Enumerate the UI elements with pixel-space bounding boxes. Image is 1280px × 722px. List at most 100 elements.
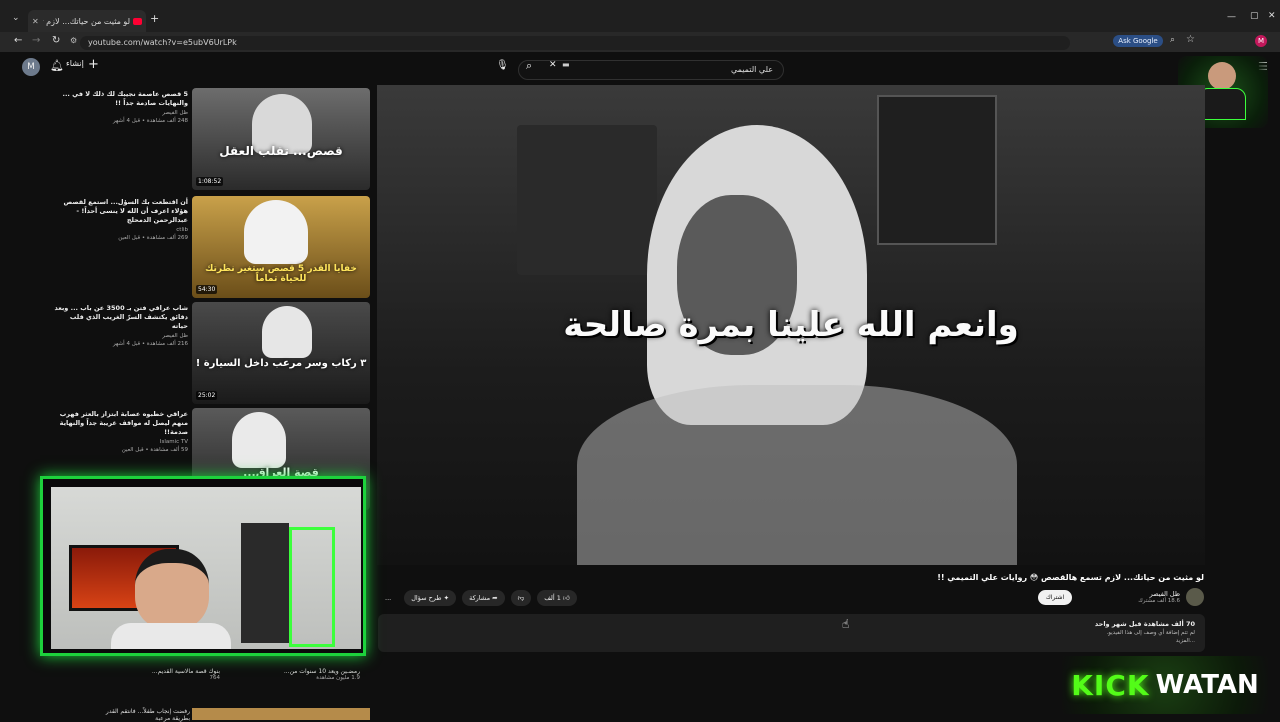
subscribe-button[interactable]: اشتراك: [1037, 589, 1073, 605]
video-thumbnail[interactable]: ٣ ركاب وسر مرعب داخل السيارة ! 25:02: [192, 302, 370, 404]
minimize-icon[interactable]: —: [1227, 12, 1236, 22]
subscriber-count: 18.6 ألف مشترك: [1138, 598, 1180, 604]
thumbs-up-icon: 👍︎: [560, 594, 570, 602]
share-button[interactable]: ➦ مشاركة: [462, 590, 505, 606]
video-title[interactable]: شاب عراقي فتن بـ 3500 عن باب ... وبعد دق…: [52, 304, 188, 331]
ask-label: طرح سؤال: [411, 594, 442, 602]
thumbnail-caption: خفايا القدر 5 قصص ستغير نظرتك للحياة تما…: [205, 264, 357, 284]
more-actions-button[interactable]: ...: [378, 590, 398, 606]
video-player[interactable]: وانعم الله علينا بمرة صالحة: [377, 85, 1205, 565]
youtube-favicon-icon: [133, 17, 142, 25]
account-avatar[interactable]: M: [22, 58, 40, 76]
video-title[interactable]: بنوك قصة مالاسية القديم...: [100, 668, 220, 675]
thumbnail-person: [262, 306, 312, 358]
bottom-recommendation[interactable]: رمضـين ويعد 10 سنوات من... 1.9 مليون مشا…: [240, 668, 360, 681]
browser-tab-youtube[interactable]: لو مثيت من حياتك... لازم تسمـ ✕: [28, 10, 146, 32]
create-plus-icon[interactable]: +: [88, 57, 99, 72]
create-button[interactable]: إنشاء: [66, 59, 84, 68]
browser-address-bar: ← → ↻ ⚙ youtube.com/watch?v=e5ubV6UrLPk: [0, 32, 1280, 52]
bottom-recommendation[interactable]: بنوك قصة مالاسية القديم... 764: [100, 668, 220, 681]
streamer-face-icon: [1208, 62, 1236, 90]
dislike-button[interactable]: 👎︎: [510, 590, 532, 606]
clear-search-icon[interactable]: ✕: [549, 60, 557, 70]
recommendation-item[interactable]: خفايا القدر 5 قصص ستغير نظرتك للحياة تما…: [50, 196, 370, 298]
streamer-head: [135, 549, 209, 629]
kick-logo-text: KICK: [1071, 668, 1150, 702]
video-meta: 269 ألف مشاهدة • قبل العين: [118, 235, 188, 241]
browser-profile-avatar[interactable]: M: [1255, 35, 1267, 47]
thumbnail-caption: ٣ ركاب وسر مرعب داخل السيارة !: [195, 358, 367, 369]
shelf: [241, 523, 289, 643]
video-title[interactable]: أن اقتطعت بك السؤل... استمع لقصص هؤلاء ا…: [52, 198, 188, 225]
channel-name[interactable]: ظل الفيصر: [52, 333, 188, 339]
tab-list-icon[interactable]: ⌄: [12, 13, 20, 23]
channel-avatar[interactable]: [1186, 588, 1204, 606]
channel-name[interactable]: ظل الفيصر: [52, 110, 188, 116]
video-meta: 59 ألف مشاهدة • قبل العين: [121, 447, 188, 453]
search-icon[interactable]: ⌕: [526, 59, 532, 73]
description-meta: 70 ألف مشاهدة قبل شهر واحد: [1094, 620, 1195, 628]
channel-row: ظل الفيصر 18.6 ألف مشترك اشتراك: [1037, 588, 1204, 606]
ask-google-button[interactable]: Ask Google: [1113, 35, 1163, 47]
zoom-icon[interactable]: ⌕: [1170, 35, 1175, 45]
description-box[interactable]: 70 ألف مشاهدة قبل شهر واحد لم تتم إضافة …: [378, 614, 1205, 652]
ask-button[interactable]: ✦ طرح سؤال: [404, 590, 457, 606]
bookmark-star-icon[interactable]: ☆: [1186, 34, 1195, 45]
tab-close-icon[interactable]: ✕: [32, 17, 39, 26]
channel-name[interactable]: Islamic TV: [52, 439, 188, 445]
video-meta: 248 ألف مشاهدة • قبل 4 أشهر: [112, 118, 188, 124]
channel-name[interactable]: ctlib: [52, 227, 188, 233]
background-poster-right: [877, 95, 997, 245]
site-info-icon[interactable]: ⚙: [70, 36, 77, 45]
close-window-icon[interactable]: ✕: [1268, 11, 1276, 21]
video-thumbnail[interactable]: خفايا القدر 5 قصص ستغير نظرتك للحياة تما…: [192, 196, 370, 298]
mouse-cursor-icon: ☝︎: [842, 617, 850, 631]
url-field[interactable]: youtube.com/watch?v=e5ubV6UrLPk: [80, 36, 1070, 50]
youtube-header: M 🔔︎ + 🎙︎ علي التميمي ⌕ ✕ ▬ ☰: [0, 52, 1280, 84]
webcam-room: [51, 487, 361, 649]
search-value: علي التميمي: [730, 65, 773, 74]
back-icon[interactable]: ←: [14, 35, 22, 46]
channel-name-main[interactable]: ظل الفيصر: [1138, 590, 1180, 598]
video-title[interactable]: عراقي خطبوه عصابة ابتزاز بالعثر فهرب منه…: [52, 410, 188, 437]
forward-icon[interactable]: →: [32, 35, 40, 46]
streamer-body: [111, 623, 231, 649]
search-input[interactable]: علي التميمي: [518, 60, 784, 80]
thumbnail-person: [232, 412, 286, 468]
recommendation-item[interactable]: ٣ ركاب وسر مرعب داخل السيارة ! 25:02 شاب…: [50, 302, 370, 404]
new-tab-button[interactable]: +: [150, 12, 159, 25]
duration-badge: 25:02: [196, 391, 218, 400]
description-text: لم تتم إضافة أي وصف إلى هذا الفيديو.: [1106, 630, 1196, 636]
video-meta: 216 ألف مشاهدة • قبل 4 أشهر: [112, 341, 188, 347]
sparkle-icon: ✦: [441, 594, 450, 602]
video-meta: 1.9 مليون مشاهدة: [316, 675, 360, 681]
door-light: [289, 527, 335, 647]
background-poster-left: [517, 125, 657, 275]
share-icon: ➦: [490, 594, 498, 602]
thumbnail-caption: قصص... تقلب العقل: [219, 144, 343, 158]
tab-title: لو مثيت من حياتك... لازم تسمـ: [43, 16, 130, 26]
browser-tab-bar: ⌄ لو مثيت من حياتك... لازم تسمـ ✕ + — ▢ …: [0, 0, 1280, 36]
streamer-name-text: WATAN: [1155, 670, 1259, 700]
description-more[interactable]: ...المزيد: [388, 638, 1195, 644]
video-meta: 764: [209, 675, 221, 681]
like-button[interactable]: 👍︎ 1 ألف: [537, 590, 577, 606]
keyboard-icon[interactable]: ▬: [562, 60, 570, 69]
reload-icon[interactable]: ↻: [52, 35, 60, 46]
video-subtitle: وانعم الله علينا بمرة صالحة: [563, 305, 1019, 345]
video-thumbnail[interactable]: قصص... تقلب العقل 1:08:52: [192, 88, 370, 190]
bottom-thumbnail[interactable]: [192, 708, 370, 720]
speaker-robe: [577, 385, 1017, 565]
like-count: 1 ألف: [544, 594, 561, 602]
notifications-bell-icon[interactable]: 🔔︎: [50, 59, 64, 72]
video-title-main: لو مثيت من حياتك... لازم تسمع هالقصص 😳 ر…: [937, 573, 1204, 582]
duration-badge: 54:30: [196, 285, 218, 294]
streamer-body-icon: [1198, 88, 1246, 120]
duration-badge: 1:08:52: [196, 177, 224, 186]
maximize-icon[interactable]: ▢: [1250, 11, 1259, 21]
voice-search-icon[interactable]: 🎙︎: [496, 60, 509, 71]
streamer-webcam: [40, 476, 366, 656]
video-title[interactable]: رمضـين ويعد 10 سنوات من...: [240, 668, 360, 675]
video-title[interactable]: 5 قصص عاصمة نجيبك لك ذلك لا في ... والنه…: [52, 90, 188, 108]
recommendation-item[interactable]: قصص... تقلب العقل 1:08:52 5 قصص عاصمة نج…: [50, 88, 370, 190]
